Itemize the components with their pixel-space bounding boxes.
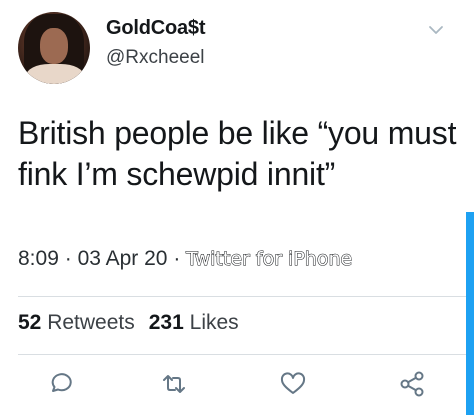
tweet-text: British people be like “you must fink I’…: [18, 115, 457, 192]
like-icon: [280, 372, 306, 394]
like-button[interactable]: [279, 370, 307, 398]
share-icon: [400, 371, 424, 397]
retweets-count: 52: [18, 311, 42, 334]
tweet-date: 03 Apr 20: [77, 247, 168, 270]
meta-separator: ·: [173, 247, 181, 270]
scrollbar[interactable]: [466, 212, 474, 415]
tweet-source[interactable]: Twitter for iPhone: [186, 248, 353, 271]
chevron-down-icon[interactable]: [428, 24, 444, 36]
likes-label: Likes: [189, 311, 239, 334]
retweet-button[interactable]: [160, 370, 188, 398]
divider: [18, 296, 474, 297]
reply-icon: [51, 373, 72, 392]
reply-button[interactable]: [46, 370, 74, 398]
likes-count: 231: [148, 311, 184, 334]
share-button[interactable]: [398, 370, 426, 398]
avatar[interactable]: [18, 12, 90, 84]
divider: [18, 354, 474, 355]
meta-separator: ·: [64, 247, 72, 270]
retweet-icon: [163, 375, 185, 393]
avatar-face: [40, 28, 68, 64]
tweet-meta: 8:09 · 03 Apr 20 · Twitter for iPhone: [18, 247, 353, 271]
user-handle[interactable]: @Rxcheeel: [106, 47, 205, 69]
retweets-stat[interactable]: 52 Retweets: [18, 311, 135, 334]
retweets-label: Retweets: [47, 311, 135, 334]
display-name[interactable]: GoldCoa$t: [106, 17, 206, 40]
tweet-stats: 52 Retweets 231 Likes: [18, 311, 239, 335]
tweet-time: 8:09: [18, 247, 59, 270]
likes-stat[interactable]: 231 Likes: [149, 311, 239, 334]
avatar-shirt: [26, 64, 84, 84]
